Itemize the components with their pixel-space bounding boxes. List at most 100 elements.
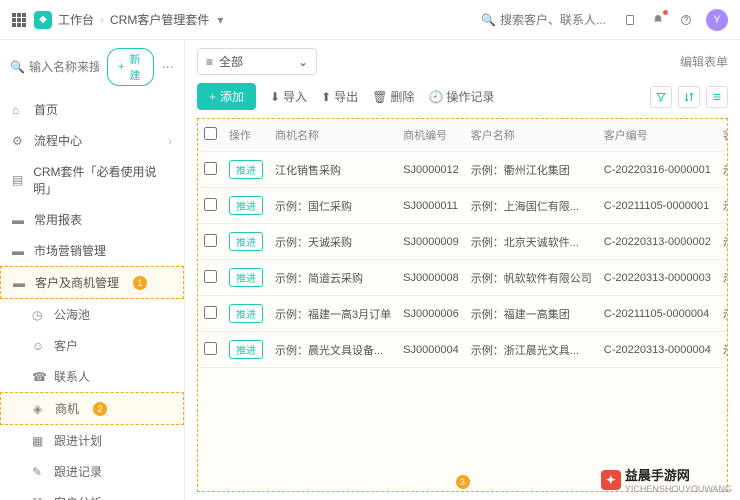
global-search-input[interactable]	[500, 13, 610, 27]
cell-cust: 示例：衢州江化集团	[465, 152, 598, 188]
flow-icon: ⚙	[12, 134, 26, 148]
watermark: ✦ 益晨手游网 YICHENSHOUYOUWANG	[601, 465, 732, 494]
oplog-button[interactable]: 🕘操作记录	[428, 88, 494, 105]
view-selector[interactable]: ≡全部 ⌄	[197, 48, 317, 75]
column-header[interactable]: 客户编号	[598, 119, 717, 152]
column-header[interactable]: 商机名称	[269, 119, 397, 152]
progress-button[interactable]: 推进	[229, 268, 263, 287]
column-header[interactable]: 客户名称	[465, 119, 598, 152]
select-all-checkbox[interactable]	[204, 127, 217, 140]
cell-code: SJ0000009	[397, 224, 465, 260]
import-button[interactable]: ⬇导入	[270, 88, 307, 105]
edit-form-link[interactable]: 编辑表单	[680, 53, 728, 70]
column-header[interactable]: 商机编号	[397, 119, 465, 152]
cell-contact: 示例：王宁	[717, 296, 728, 332]
table-row[interactable]: 推进 江化销售采购 SJ0000012 示例：衢州江化集团 C-20220316…	[198, 152, 728, 188]
cell-name: 示例：天诚采购	[269, 224, 397, 260]
table-row[interactable]: 推进 示例：福建一高3月订单 SJ0000006 示例：福建一高集团 C-202…	[198, 296, 728, 332]
sidebar-item-0[interactable]: ⌂首页	[0, 94, 184, 125]
record-icon: ✎	[32, 465, 46, 479]
column-header[interactable]: 客户联系人	[717, 119, 728, 152]
upload-icon: ⬆	[321, 90, 331, 104]
cell-contact: 示例：赵仁民	[717, 152, 728, 188]
user-avatar[interactable]: Y	[706, 9, 728, 31]
notebook-icon[interactable]	[622, 12, 638, 28]
sidebar-search[interactable]: 🔍	[10, 60, 99, 74]
progress-button[interactable]: 推进	[229, 232, 263, 251]
plus-icon: +	[118, 61, 124, 73]
annotation-badge: 1	[133, 276, 147, 290]
sidebar-item-2[interactable]: ▤CRM套件「必看使用说明」	[0, 156, 184, 204]
settings-button[interactable]	[706, 86, 728, 108]
row-checkbox[interactable]	[204, 306, 217, 319]
sidebar-item-label: CRM套件「必看使用说明」	[33, 163, 172, 197]
sidebar-item-1[interactable]: ⚙流程中心›	[0, 125, 184, 156]
sidebar-item-9[interactable]: ◈商机2	[0, 392, 184, 425]
cell-code: SJ0000006	[397, 296, 465, 332]
row-checkbox[interactable]	[204, 342, 217, 355]
sidebar-item-label: 客户及商机管理	[35, 274, 119, 291]
progress-button[interactable]: 推进	[229, 160, 263, 179]
folder-icon: ▬	[13, 276, 27, 290]
cell-name: 示例：简道云采购	[269, 260, 397, 296]
cell-custcode: C-20211105-0000004	[598, 296, 717, 332]
cell-name: 示例：国仁采购	[269, 188, 397, 224]
progress-button[interactable]: 推进	[229, 304, 263, 323]
sidebar-item-11[interactable]: ✎跟进记录	[0, 456, 184, 487]
sidebar-item-4[interactable]: ▬市场营销管理	[0, 235, 184, 266]
table-row[interactable]: 推进 示例：晨光文具设备... SJ0000004 示例：浙江晨光文具... C…	[198, 332, 728, 368]
sidebar-item-12[interactable]: ☳客户分析	[0, 487, 184, 500]
table-row[interactable]: 推进 示例：天诚采购 SJ0000009 示例：北京天诚软件... C-2022…	[198, 224, 728, 260]
progress-button[interactable]: 推进	[229, 196, 263, 215]
row-checkbox[interactable]	[204, 198, 217, 211]
row-checkbox[interactable]	[204, 270, 217, 283]
folder-icon: ▬	[12, 213, 26, 227]
column-header[interactable]: 操作	[223, 119, 269, 152]
table-row[interactable]: 推进 示例：简道云采购 SJ0000008 示例：帆软软件有限公司 C-2022…	[198, 260, 728, 296]
sidebar-item-6[interactable]: ◷公海池	[0, 299, 184, 330]
help-icon[interactable]	[678, 12, 694, 28]
sidebar-search-input[interactable]	[29, 60, 99, 74]
cell-custcode: C-20220313-0000003	[598, 260, 717, 296]
cell-name: 示例：晨光文具设备...	[269, 332, 397, 368]
global-search[interactable]: 🔍	[481, 13, 610, 27]
search-icon: 🔍	[10, 60, 25, 74]
cell-cust: 示例：浙江晨光文具...	[465, 332, 598, 368]
chevron-right-icon: ›	[100, 13, 104, 27]
cell-contact: 示例：李清海	[717, 224, 728, 260]
sidebar-item-3[interactable]: ▬常用报表	[0, 204, 184, 235]
sidebar-item-8[interactable]: ☎联系人	[0, 361, 184, 392]
sidebar-item-10[interactable]: ▦跟进计划	[0, 425, 184, 456]
cell-code: SJ0000004	[397, 332, 465, 368]
sidebar: 🔍 +新建 ⋯ ⌂首页⚙流程中心›▤CRM套件「必看使用说明」▬常用报表▬市场营…	[0, 40, 185, 500]
cell-cust: 示例：帆软软件有限公司	[465, 260, 598, 296]
plan-icon: ▦	[32, 434, 46, 448]
view-label: 全部	[219, 53, 243, 70]
apps-grid-icon[interactable]	[12, 13, 26, 27]
watermark-icon: ✦	[601, 470, 621, 490]
breadcrumb-app[interactable]: CRM客户管理套件	[110, 11, 209, 28]
bell-icon[interactable]	[650, 12, 666, 28]
export-button[interactable]: ⬆导出	[321, 88, 358, 105]
cell-custcode: C-20211105-0000001	[598, 188, 717, 224]
delete-button[interactable]: 🗑删除	[372, 88, 414, 105]
sidebar-item-5[interactable]: ▬ 客户及商机管理 1	[0, 266, 184, 299]
add-button[interactable]: +添加	[197, 83, 256, 110]
progress-button[interactable]: 推进	[229, 340, 263, 359]
cell-cust: 示例：上海国仁有限...	[465, 188, 598, 224]
filter-button[interactable]	[650, 86, 672, 108]
new-button[interactable]: +新建	[107, 48, 154, 86]
sidebar-item-7[interactable]: ☺客户	[0, 330, 184, 361]
row-checkbox[interactable]	[204, 234, 217, 247]
folder-icon: ▬	[12, 244, 26, 258]
more-icon[interactable]: ⋯	[162, 59, 175, 75]
table-row[interactable]: 推进 示例：国仁采购 SJ0000011 示例：上海国仁有限... C-2021…	[198, 188, 728, 224]
cell-contact: 示例：王倩	[717, 188, 728, 224]
sort-button[interactable]	[678, 86, 700, 108]
breadcrumb-workspace[interactable]: 工作台	[58, 11, 94, 28]
sidebar-item-label: 客户	[54, 337, 78, 354]
row-checkbox[interactable]	[204, 162, 217, 175]
caret-down-icon[interactable]: ▾	[217, 13, 223, 27]
chevron-right-icon: ›	[168, 134, 172, 148]
cell-code: SJ0000008	[397, 260, 465, 296]
